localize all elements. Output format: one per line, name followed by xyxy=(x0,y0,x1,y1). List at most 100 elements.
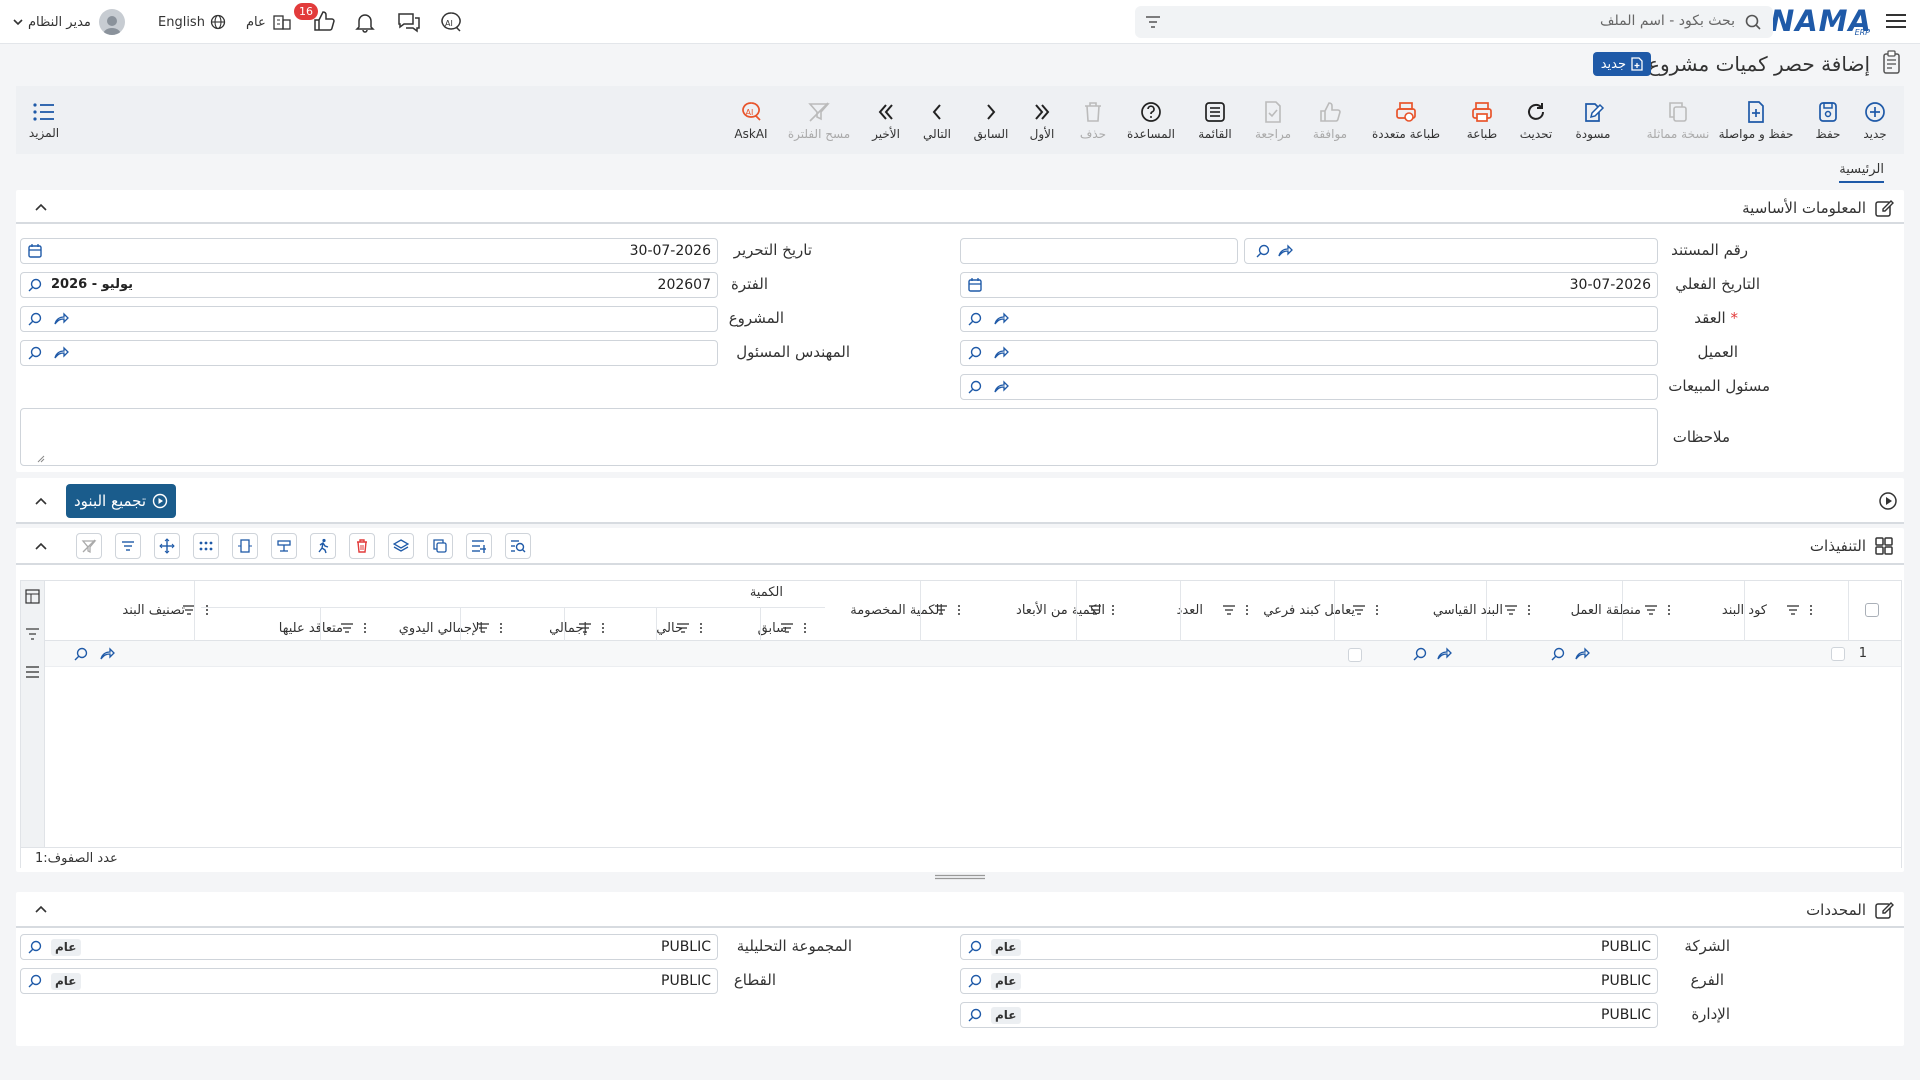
scope-switch[interactable]: عام xyxy=(246,10,292,34)
analytic-group-field[interactable]: PUBLIC عام xyxy=(20,934,718,960)
grid-columns-button[interactable] xyxy=(232,533,258,559)
column-filter-icon[interactable] xyxy=(935,603,963,617)
grid-move-button[interactable] xyxy=(154,533,180,559)
table-icon[interactable] xyxy=(25,589,40,604)
column-filter-icon[interactable] xyxy=(677,621,705,635)
share-arrow-icon[interactable] xyxy=(53,345,69,361)
chat-icon[interactable] xyxy=(397,11,421,33)
lookup-icon[interactable] xyxy=(967,311,983,327)
column-filter-icon[interactable] xyxy=(781,621,809,635)
group-items-button[interactable]: تجميع البنود xyxy=(66,484,176,518)
column-filter-icon[interactable] xyxy=(183,603,211,617)
clear-filter-button[interactable]: مسح الفلترة xyxy=(784,86,854,154)
share-arrow-icon[interactable] xyxy=(993,311,1009,327)
period-field[interactable]: 202607 2026 - يوليو xyxy=(20,272,718,298)
grid-split-button[interactable] xyxy=(271,533,297,559)
collapse-group-icon[interactable] xyxy=(34,494,48,508)
lookup-icon[interactable] xyxy=(967,1007,983,1023)
share-arrow-icon[interactable] xyxy=(993,345,1009,361)
actual-date-field[interactable]: 30-07-2026 xyxy=(960,272,1658,298)
lookup-icon[interactable] xyxy=(27,973,43,989)
resize-grip[interactable] xyxy=(935,874,985,880)
branch-field[interactable]: PUBLIC عام xyxy=(960,968,1658,994)
multi-print-button[interactable]: طباعة متعددة xyxy=(1371,86,1441,154)
lookup-icon[interactable] xyxy=(27,277,43,293)
grid-clear-filter-button[interactable] xyxy=(76,533,102,559)
last-button[interactable]: الأخير xyxy=(851,86,921,154)
share-arrow-icon[interactable] xyxy=(99,646,115,662)
share-arrow-icon[interactable] xyxy=(993,379,1009,395)
customer-field[interactable] xyxy=(960,340,1658,366)
lookup-icon[interactable] xyxy=(967,345,983,361)
column-filter-icon[interactable] xyxy=(1089,603,1117,617)
share-arrow-icon[interactable] xyxy=(1436,646,1452,662)
print-button[interactable]: طباعة xyxy=(1447,86,1517,154)
engineer-field[interactable] xyxy=(20,340,718,366)
user-menu[interactable]: مدير النظام xyxy=(12,9,125,35)
edit-date-field[interactable]: 30-07-2026 xyxy=(20,238,718,264)
language-switch[interactable]: English xyxy=(158,10,226,34)
play-circle-icon[interactable] xyxy=(1878,491,1898,511)
lookup-icon[interactable] xyxy=(1550,646,1566,662)
app-logo[interactable]: NAMA ERP xyxy=(1770,4,1872,38)
select-all-checkbox[interactable] xyxy=(1865,603,1879,617)
column-filter-icon[interactable] xyxy=(341,621,369,635)
grid-copy-button[interactable] xyxy=(427,533,453,559)
bell-icon[interactable] xyxy=(354,11,376,33)
col-standard-item[interactable]: البند القياسي xyxy=(1433,603,1503,618)
share-arrow-icon[interactable] xyxy=(1574,646,1590,662)
menu-icon[interactable] xyxy=(1886,12,1906,30)
share-arrow-icon[interactable] xyxy=(1277,243,1293,259)
table-row[interactable] xyxy=(45,641,1901,667)
col-sub-item[interactable]: يعامل كبند فرعي xyxy=(1263,603,1355,618)
lookup-icon[interactable] xyxy=(967,939,983,955)
column-filter-icon[interactable] xyxy=(1353,603,1381,617)
col-item-category[interactable]: تصنيف البند xyxy=(122,603,185,618)
tab-main[interactable]: الرئيسية xyxy=(1839,162,1884,183)
filter-lines-icon[interactable] xyxy=(1145,15,1161,29)
lookup-icon[interactable] xyxy=(73,646,89,662)
collapse-dimensions-icon[interactable] xyxy=(34,902,48,916)
grid-dots-button[interactable] xyxy=(193,533,219,559)
calendar-icon[interactable] xyxy=(27,243,43,259)
approvals-button[interactable]: 16 xyxy=(294,3,338,35)
save-button[interactable]: حفظ xyxy=(1793,86,1863,154)
column-filter-icon[interactable] xyxy=(1645,603,1673,617)
grid-layers-button[interactable] xyxy=(388,533,414,559)
lookup-icon[interactable] xyxy=(27,939,43,955)
askai-button[interactable]: AI AskAI xyxy=(716,86,786,154)
save-continue-button[interactable]: حفظ و مواصلة xyxy=(1719,86,1793,154)
col-manual-total[interactable]: الإجمالي اليدوي xyxy=(399,621,483,636)
col-deducted-qty[interactable]: الكمية المخصومة xyxy=(850,603,943,618)
lookup-icon[interactable] xyxy=(1412,646,1428,662)
column-filter-icon[interactable] xyxy=(579,621,607,635)
grid-run-button[interactable] xyxy=(310,533,336,559)
lookup-icon[interactable] xyxy=(27,345,43,361)
lookup-icon[interactable] xyxy=(27,311,43,327)
sector-field[interactable]: PUBLIC عام xyxy=(20,968,718,994)
column-filter-icon[interactable] xyxy=(1787,603,1815,617)
lookup-icon[interactable] xyxy=(967,379,983,395)
filter-funnel-icon[interactable] xyxy=(25,627,40,641)
company-field[interactable]: PUBLIC عام xyxy=(960,934,1658,960)
menu-lines-icon[interactable] xyxy=(25,665,40,679)
contract-field[interactable] xyxy=(960,306,1658,332)
sales-field[interactable] xyxy=(960,374,1658,400)
calendar-icon[interactable] xyxy=(967,277,983,293)
column-filter-icon[interactable] xyxy=(1223,603,1251,617)
list-button[interactable]: القائمة xyxy=(1180,86,1250,154)
project-field[interactable] xyxy=(20,306,718,332)
resize-handle-icon[interactable] xyxy=(37,455,45,463)
sub-item-checkbox[interactable] xyxy=(1348,648,1362,662)
grid-add-row-button[interactable] xyxy=(466,533,492,559)
notes-textarea[interactable] xyxy=(20,408,1658,466)
col-contracted[interactable]: متعاقد عليها xyxy=(279,621,343,636)
doc-number-input[interactable] xyxy=(960,238,1238,264)
department-field[interactable]: PUBLIC عام xyxy=(960,1002,1658,1028)
lookup-icon[interactable] xyxy=(1255,243,1271,259)
column-filter-icon[interactable] xyxy=(1505,603,1533,617)
share-arrow-icon[interactable] xyxy=(53,311,69,327)
grid-search-button[interactable] xyxy=(505,533,531,559)
column-filter-icon[interactable] xyxy=(477,621,505,635)
grid-delete-button[interactable] xyxy=(349,533,375,559)
